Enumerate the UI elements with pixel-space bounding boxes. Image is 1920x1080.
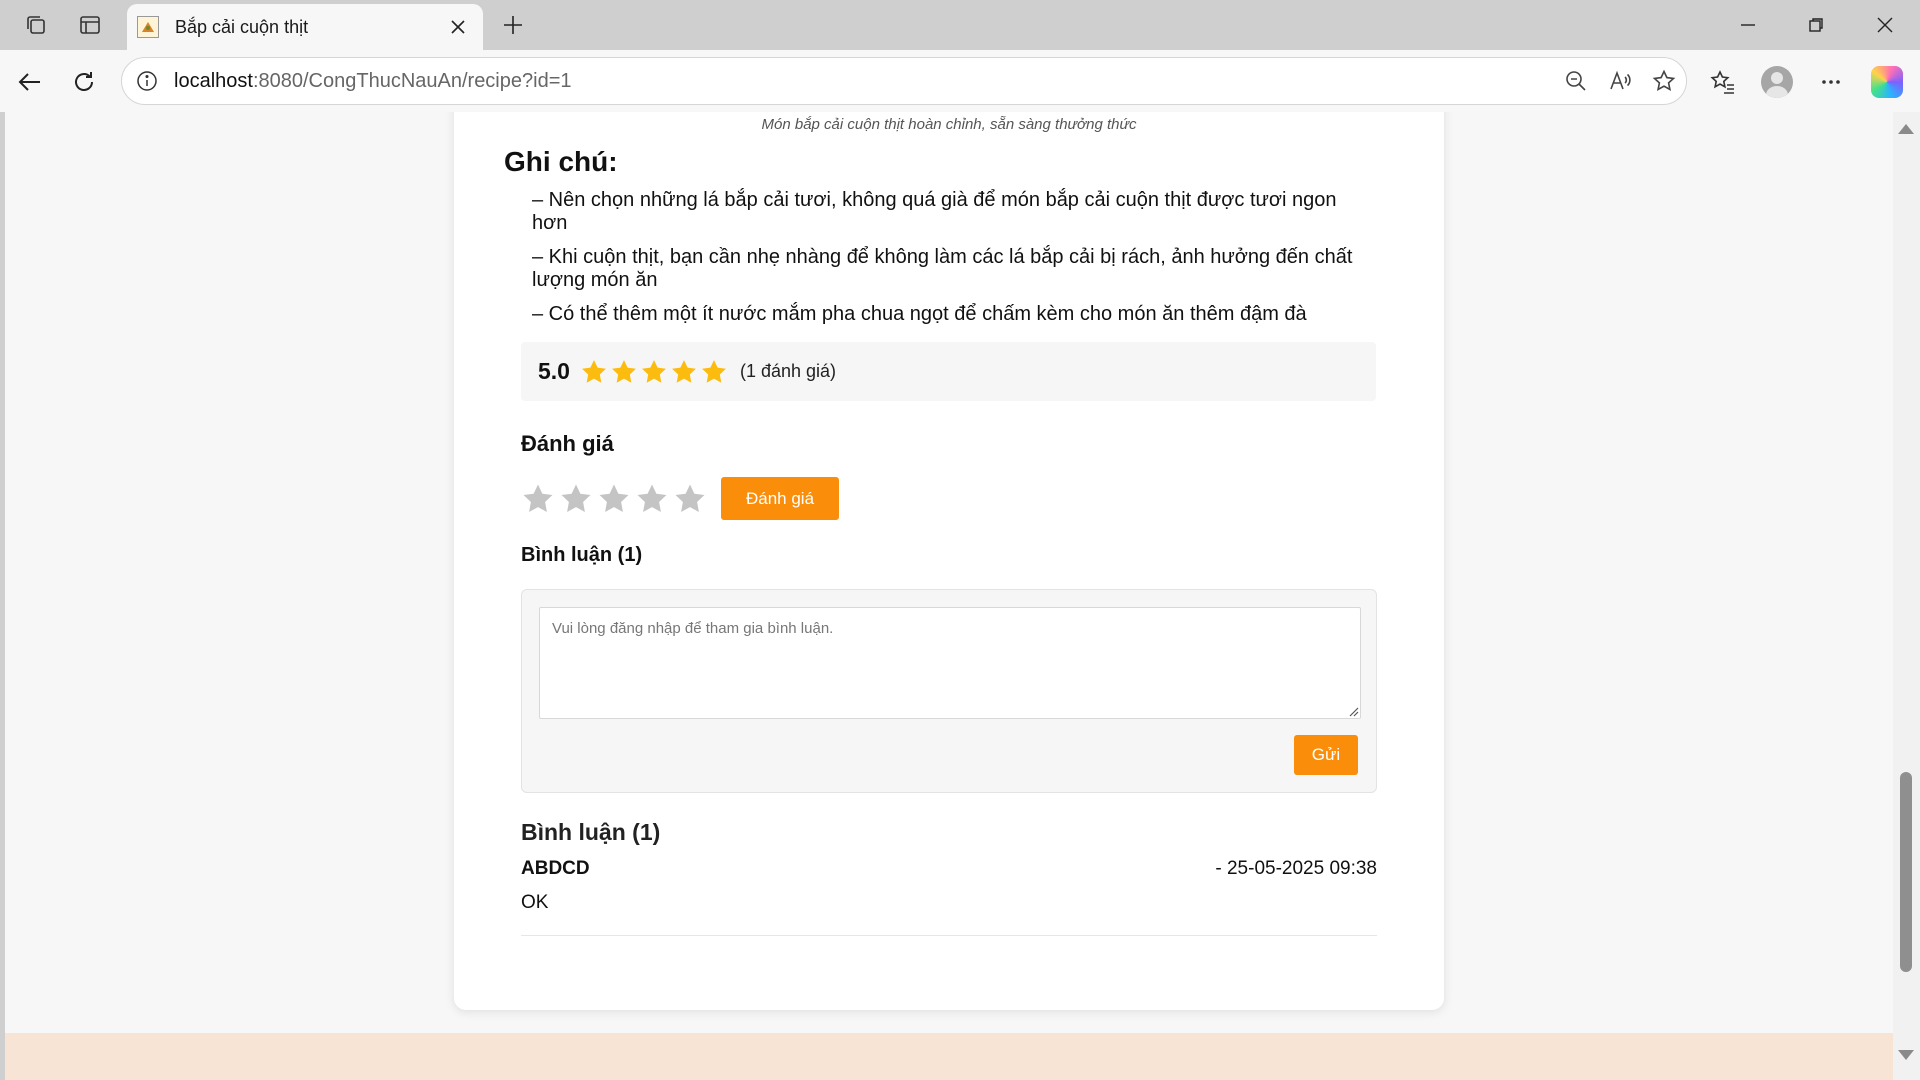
rate-star-icon[interactable]	[635, 482, 669, 516]
read-aloud-icon[interactable]	[1598, 59, 1642, 103]
notes-title: Ghi chú:	[504, 146, 618, 177]
minimize-icon[interactable]	[1714, 0, 1782, 50]
recipe-card: Món bắp cải cuộn thịt hoàn chỉnh, sẵn sà…	[454, 112, 1444, 1010]
comment-text: OK	[521, 892, 549, 913]
comment-form: Gửi	[521, 589, 1377, 793]
scroll-down-arrow-icon[interactable]	[1898, 1050, 1914, 1060]
site-favicon-icon	[137, 16, 159, 38]
comment-form-heading: Bình luận (1)	[521, 544, 643, 566]
vertical-scrollbar[interactable]	[1893, 112, 1920, 1080]
rate-star-icon[interactable]	[559, 482, 593, 516]
note-item: – Khi cuộn thịt, bạn cần nhẹ nhàng để kh…	[532, 246, 1353, 291]
url-host: localhost	[174, 69, 253, 92]
reload-icon[interactable]	[66, 64, 102, 100]
back-arrow-icon[interactable]	[12, 64, 48, 100]
rate-submit-button[interactable]: Đánh giá	[721, 477, 839, 520]
site-info-icon[interactable]	[134, 68, 160, 94]
image-caption: Món bắp cải cuộn thịt hoàn chỉnh, sẵn sà…	[761, 116, 1137, 133]
copilot-logo	[1871, 66, 1903, 98]
star-filled-icon	[672, 359, 696, 383]
star-filled-icon	[702, 359, 726, 383]
browser-tab-bar: Bắp cải cuộn thịt	[0, 0, 1920, 50]
profile-avatar[interactable]	[1757, 62, 1797, 102]
url-text[interactable]: localhost:8080/CongThucNauAn/recipe?id=1	[174, 70, 1554, 93]
comment-textarea[interactable]	[539, 607, 1361, 719]
rate-row: Đánh giá	[521, 477, 839, 520]
restore-icon[interactable]	[1782, 0, 1850, 50]
rating-stars	[580, 358, 730, 386]
tab-close-icon[interactable]	[445, 14, 471, 40]
favorites-list-icon[interactable]	[1703, 62, 1743, 102]
star-filled-icon	[612, 359, 636, 383]
page-viewport: Món bắp cải cuộn thịt hoàn chỉnh, sẵn sà…	[5, 112, 1893, 1080]
note-item: – Nên chọn những lá bắp cải tươi, không …	[532, 189, 1337, 234]
rate-star-icon[interactable]	[521, 482, 555, 516]
copilot-icon[interactable]	[1867, 62, 1907, 102]
browser-tab-active[interactable]: Bắp cải cuộn thịt	[127, 4, 483, 50]
zoom-out-icon[interactable]	[1554, 59, 1598, 103]
rate-title: Đánh giá	[521, 431, 614, 456]
comment-item: ABDCD - 25-05-2025 09:38 OK	[521, 858, 1377, 936]
scroll-up-arrow-icon[interactable]	[1898, 124, 1914, 134]
comment-author: ABDCD	[521, 858, 590, 879]
notes-list: – Nên chọn những lá bắp cải tươi, không …	[532, 189, 1362, 337]
more-menu-icon[interactable]	[1811, 62, 1851, 102]
star-filled-icon	[582, 359, 606, 383]
new-tab-icon[interactable]	[496, 8, 530, 42]
rate-star-icon[interactable]	[597, 482, 631, 516]
rating-count: (1 đánh giá)	[739, 361, 837, 381]
resize-grip-icon[interactable]	[1347, 705, 1359, 717]
comments-list-title: Bình luận (1)	[521, 819, 661, 845]
page-footer	[5, 1033, 1893, 1080]
url-path: :8080/CongThucNauAn/recipe?id=1	[252, 69, 572, 92]
rating-score: 5.0	[538, 358, 570, 384]
scrollbar-thumb[interactable]	[1900, 772, 1912, 972]
rate-star-picker	[521, 482, 711, 516]
browser-toolbar: localhost:8080/CongThucNauAn/recipe?id=1	[0, 50, 1920, 112]
tab-actions-icon[interactable]	[73, 9, 107, 41]
address-bar[interactable]: localhost:8080/CongThucNauAn/recipe?id=1	[121, 57, 1687, 105]
workspaces-icon[interactable]	[19, 9, 53, 41]
favorite-star-icon[interactable]	[1642, 59, 1686, 103]
note-item: – Có thể thêm một ít nước mắm pha chua n…	[532, 303, 1307, 325]
rate-star-icon[interactable]	[673, 482, 707, 516]
tab-title: Bắp cải cuộn thịt	[175, 16, 309, 37]
rating-summary: 5.0 (1 đánh giá)	[521, 342, 1376, 401]
comment-time: - 25-05-2025 09:38	[1215, 858, 1377, 879]
send-comment-button[interactable]: Gửi	[1294, 735, 1358, 775]
avatar	[1761, 66, 1793, 98]
close-window-icon[interactable]	[1851, 0, 1919, 50]
star-filled-icon	[642, 359, 666, 383]
